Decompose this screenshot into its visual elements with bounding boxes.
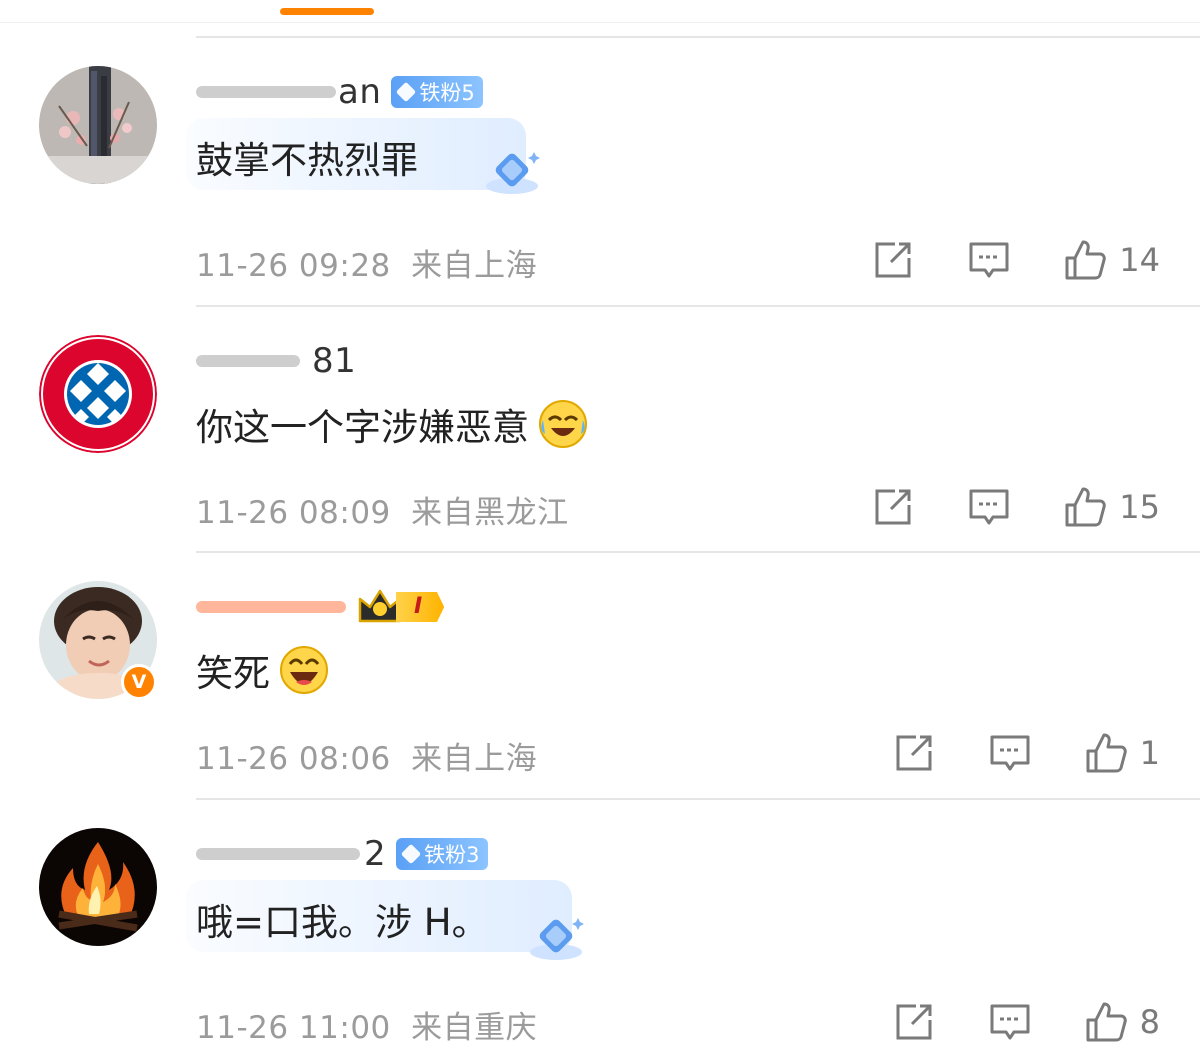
comment-meta: 11-26 08:09 来自黑龙江 — [196, 487, 569, 532]
comment-time: 11-26 08:06 — [196, 741, 391, 777]
comment-text: 哦=口我。涉 H。 — [196, 892, 489, 946]
share-icon[interactable] — [892, 1000, 936, 1044]
comment-item: 81 你这一个字涉嫌恶意 11-26 08:09 来自黑龙江 15 — [0, 305, 1200, 553]
comment-body: 哦=口我。涉 H。 — [196, 901, 489, 944]
diamond-icon — [396, 81, 417, 103]
avatar[interactable] — [39, 66, 157, 184]
like-icon — [1065, 487, 1107, 527]
comments-page: an 铁粉5 鼓掌不热烈罪 11-26 09:28 来自上海 14 81 你这一… — [0, 0, 1200, 1061]
avatar-image-club-crest — [39, 335, 157, 453]
reply-icon[interactable] — [967, 485, 1011, 529]
like-count: 8 — [1139, 1003, 1160, 1041]
comment-actions: 15 — [819, 483, 1160, 531]
laughing-emoji — [280, 646, 328, 694]
like-count: 15 — [1119, 488, 1160, 526]
active-tab-indicator — [280, 8, 374, 15]
username[interactable]: 2 — [364, 834, 386, 874]
like-count: 1 — [1139, 734, 1160, 772]
diamond-bubble-icon — [486, 152, 540, 194]
like-button[interactable]: 15 — [1063, 485, 1160, 529]
like-icon — [1086, 1002, 1127, 1042]
comment-actions: 1 — [840, 729, 1160, 777]
comment-location: 来自黑龙江 — [411, 495, 569, 531]
vip-badge[interactable]: I — [356, 587, 445, 627]
comment-body: 你这一个字涉嫌恶意 — [196, 406, 529, 449]
username[interactable]: 81 — [312, 341, 356, 381]
comment-text: 笑死 — [196, 643, 330, 697]
username-row: I — [196, 585, 445, 629]
like-icon — [1086, 733, 1127, 773]
comment-text: 你这一个字涉嫌恶意 — [196, 397, 589, 451]
username[interactable]: an — [338, 72, 381, 112]
avatar[interactable] — [39, 335, 157, 453]
username-row: 2 铁粉3 — [196, 832, 488, 876]
comment-divider — [196, 36, 1200, 38]
comment-body: 笑死 — [196, 652, 270, 695]
like-icon — [1065, 240, 1107, 280]
username-row: an 铁粉5 — [196, 70, 483, 114]
laugh-cry-emoji — [539, 400, 587, 448]
avatar-image-campfire — [39, 828, 157, 946]
redacted-username — [196, 601, 346, 613]
like-button[interactable]: 1 — [1084, 731, 1160, 775]
username-row: 81 — [196, 339, 356, 383]
comment-meta: 11-26 08:06 来自上海 — [196, 733, 537, 778]
diamond-bubble-icon — [530, 918, 584, 960]
comment-time: 11-26 08:09 — [196, 495, 391, 531]
fan-badge-label: 铁粉5 — [419, 81, 475, 105]
comment-divider — [196, 305, 1200, 307]
comment-meta: 11-26 11:00 来自重庆 — [196, 1002, 537, 1047]
share-icon[interactable] — [871, 238, 915, 282]
share-icon[interactable] — [871, 485, 915, 529]
reply-icon[interactable] — [988, 731, 1032, 775]
redacted-username — [196, 848, 360, 860]
comment-text: 鼓掌不热烈罪 — [196, 130, 418, 184]
avatar-image-flowers — [39, 66, 157, 184]
comment-location: 来自上海 — [411, 741, 538, 777]
reply-icon[interactable] — [988, 1000, 1032, 1044]
verified-badge: V — [121, 664, 157, 700]
comment-location: 来自上海 — [411, 248, 538, 284]
fan-badge-label: 铁粉3 — [424, 843, 480, 867]
like-button[interactable]: 8 — [1084, 1000, 1160, 1044]
comment-divider — [196, 798, 1200, 800]
fan-badge[interactable]: 铁粉5 — [391, 76, 483, 108]
comment-time: 11-26 11:00 — [196, 1010, 391, 1046]
vip-level: I — [396, 592, 445, 622]
diamond-icon — [400, 843, 422, 865]
reply-icon[interactable] — [967, 238, 1011, 282]
like-button[interactable]: 14 — [1063, 238, 1160, 282]
comment-item: 2 铁粉3 哦=口我。涉 H。 11-26 11:00 来自重庆 8 — [0, 798, 1200, 1061]
comment-item: V I 笑死 11-26 08:06 来自上海 1 — [0, 551, 1200, 799]
like-count: 14 — [1119, 241, 1160, 279]
fan-badge[interactable]: 铁粉3 — [396, 838, 488, 870]
comment-item: an 铁粉5 鼓掌不热烈罪 11-26 09:28 来自上海 14 — [0, 36, 1200, 306]
comment-location: 来自重庆 — [411, 1010, 538, 1046]
comment-meta: 11-26 09:28 来自上海 — [196, 240, 537, 285]
comment-time: 11-26 09:28 — [196, 248, 391, 284]
share-icon[interactable] — [892, 731, 936, 775]
comment-body: 鼓掌不热烈罪 — [196, 139, 418, 182]
top-divider — [0, 22, 1200, 23]
comment-actions: 14 — [819, 236, 1160, 284]
avatar[interactable] — [39, 828, 157, 946]
redacted-username — [196, 355, 300, 367]
redacted-username — [196, 86, 336, 98]
comment-actions: 8 — [840, 998, 1160, 1046]
comment-divider — [196, 551, 1200, 553]
